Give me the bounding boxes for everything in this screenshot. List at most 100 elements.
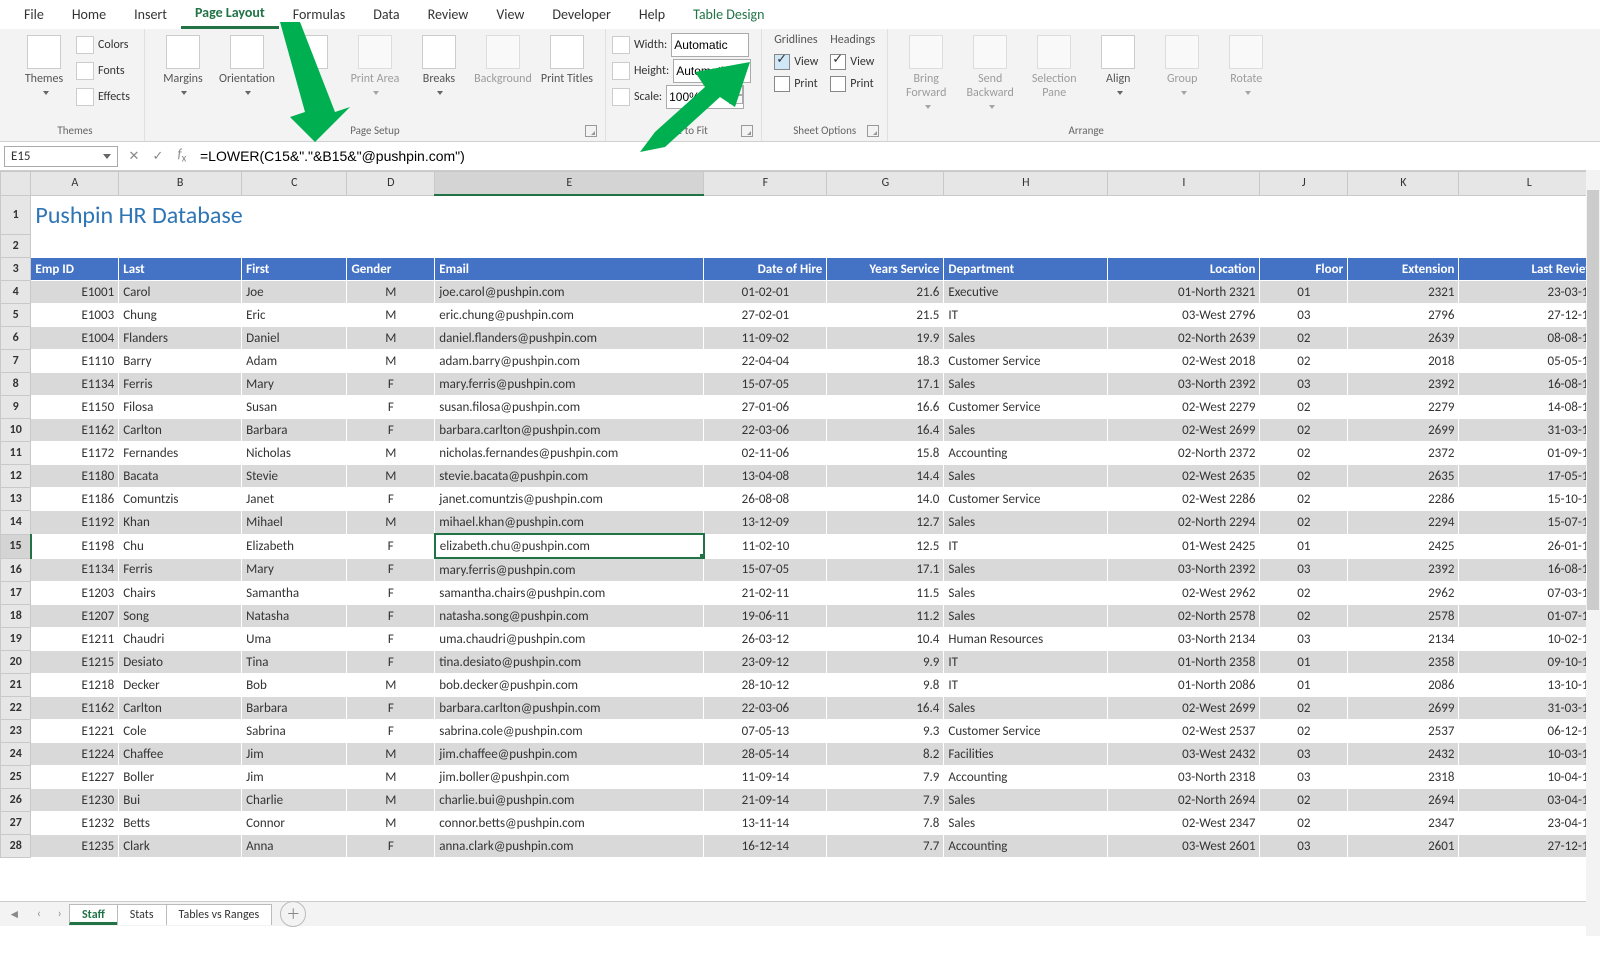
- cell[interactable]: 02: [1260, 511, 1348, 535]
- cell[interactable]: charlie.bui@pushpin.com: [435, 789, 704, 812]
- cell[interactable]: E1203: [31, 582, 119, 605]
- cell[interactable]: E1150: [31, 396, 119, 419]
- cell[interactable]: 2699: [1348, 697, 1459, 720]
- cell[interactable]: F: [347, 396, 435, 419]
- cell[interactable]: F: [347, 697, 435, 720]
- cell[interactable]: Barbara: [242, 697, 347, 720]
- cell[interactable]: 03-North 2392: [1108, 558, 1260, 582]
- cell[interactable]: M: [347, 281, 435, 304]
- cell[interactable]: 2537: [1348, 720, 1459, 743]
- cell[interactable]: Accounting: [944, 835, 1108, 858]
- cell[interactable]: 03: [1260, 558, 1348, 582]
- cell[interactable]: 26-03-12: [704, 628, 827, 651]
- tab-insert[interactable]: Insert: [120, 1, 181, 28]
- row-header[interactable]: 3: [1, 258, 31, 281]
- cell[interactable]: 02-11-06: [704, 442, 827, 465]
- row-header[interactable]: 18: [1, 605, 31, 628]
- cell[interactable]: natasha.song@pushpin.com: [435, 605, 704, 628]
- cell[interactable]: 22-03-06: [704, 697, 827, 720]
- tab-review[interactable]: Review: [414, 1, 483, 28]
- tab-nav-first-icon[interactable]: ◄: [8, 907, 20, 922]
- cell[interactable]: M: [347, 674, 435, 697]
- row-header[interactable]: 1: [1, 195, 31, 235]
- row-header[interactable]: 16: [1, 558, 31, 582]
- row-header[interactable]: 24: [1, 743, 31, 766]
- cell[interactable]: Barry: [119, 350, 242, 373]
- cell[interactable]: 01: [1260, 534, 1348, 558]
- table-header-cell[interactable]: Department: [944, 258, 1108, 281]
- cell[interactable]: 11.2: [827, 605, 944, 628]
- cell[interactable]: 2294: [1348, 511, 1459, 535]
- cell[interactable]: Ferris: [119, 558, 242, 582]
- cell[interactable]: Connor: [242, 812, 347, 835]
- column-header[interactable]: A: [31, 172, 119, 196]
- cell[interactable]: [704, 235, 827, 258]
- colors-button[interactable]: Colors: [76, 33, 134, 57]
- cell[interactable]: F: [347, 373, 435, 396]
- cell[interactable]: 03-North 2134: [1108, 628, 1260, 651]
- cell[interactable]: 2639: [1348, 327, 1459, 350]
- cell[interactable]: 27-12-16: [1459, 304, 1600, 327]
- cell[interactable]: Carlton: [119, 419, 242, 442]
- cell[interactable]: 02-North 2578: [1108, 605, 1260, 628]
- cell[interactable]: Betts: [119, 812, 242, 835]
- tab-help[interactable]: Help: [625, 1, 679, 28]
- cell[interactable]: 27-02-01: [704, 304, 827, 327]
- cell[interactable]: Adam: [242, 350, 347, 373]
- cell[interactable]: 2432: [1348, 743, 1459, 766]
- cell[interactable]: E1224: [31, 743, 119, 766]
- cell[interactable]: 02: [1260, 488, 1348, 511]
- rotate-button[interactable]: Rotate: [1214, 33, 1278, 103]
- cell[interactable]: 10.4: [827, 628, 944, 651]
- cell[interactable]: Accounting: [944, 442, 1108, 465]
- cell[interactable]: Clark: [119, 835, 242, 858]
- cell[interactable]: F: [347, 835, 435, 858]
- row-header[interactable]: 6: [1, 327, 31, 350]
- cell[interactable]: 03-West 2432: [1108, 743, 1260, 766]
- cell[interactable]: 02-West 2962: [1108, 582, 1260, 605]
- group-button[interactable]: Group: [1150, 33, 1214, 103]
- tab-developer[interactable]: Developer: [538, 1, 624, 28]
- cell[interactable]: E1186: [31, 488, 119, 511]
- cell[interactable]: tina.desiato@pushpin.com: [435, 651, 704, 674]
- cell[interactable]: 02-West 2537: [1108, 720, 1260, 743]
- cell[interactable]: Mary: [242, 558, 347, 582]
- height-input[interactable]: [673, 59, 751, 83]
- cell[interactable]: Mihael: [242, 511, 347, 535]
- row-header[interactable]: 22: [1, 697, 31, 720]
- table-header-cell[interactable]: Last Review: [1459, 258, 1600, 281]
- cell[interactable]: Sales: [944, 697, 1108, 720]
- table-header-cell[interactable]: First: [242, 258, 347, 281]
- accept-formula-button[interactable]: ✓: [146, 149, 170, 164]
- row-header[interactable]: 9: [1, 396, 31, 419]
- sheet-tab-stats[interactable]: Stats: [117, 904, 167, 925]
- table-header-cell[interactable]: Gender: [347, 258, 435, 281]
- cell[interactable]: joe.carol@pushpin.com: [435, 281, 704, 304]
- cell[interactable]: jim.chaffee@pushpin.com: [435, 743, 704, 766]
- cell[interactable]: 03: [1260, 835, 1348, 858]
- cell[interactable]: 01-02-01: [704, 281, 827, 304]
- cell[interactable]: 2699: [1348, 419, 1459, 442]
- worksheet[interactable]: ABCDEFGHIJKL1Pushpin HR Database23Emp ID…: [0, 171, 1600, 901]
- cell[interactable]: 23-04-17: [1459, 812, 1600, 835]
- cell[interactable]: 23-03-17: [1459, 281, 1600, 304]
- cell[interactable]: mihael.khan@pushpin.com: [435, 511, 704, 535]
- cell[interactable]: susan.filosa@pushpin.com: [435, 396, 704, 419]
- cell[interactable]: E1162: [31, 697, 119, 720]
- cell[interactable]: F: [347, 582, 435, 605]
- row-header[interactable]: 2: [1, 235, 31, 258]
- column-header[interactable]: F: [704, 172, 827, 196]
- cell[interactable]: 03: [1260, 743, 1348, 766]
- themes-button[interactable]: Themes: [12, 33, 76, 103]
- name-box[interactable]: E15: [4, 146, 118, 167]
- cell[interactable]: Song: [119, 605, 242, 628]
- cell[interactable]: 2318: [1348, 766, 1459, 789]
- cell[interactable]: 14-08-16: [1459, 396, 1600, 419]
- cell[interactable]: Executive: [944, 281, 1108, 304]
- column-header[interactable]: B: [119, 172, 242, 196]
- cell[interactable]: Stevie: [242, 465, 347, 488]
- cell[interactable]: E1221: [31, 720, 119, 743]
- row-header[interactable]: 23: [1, 720, 31, 743]
- tab-file[interactable]: File: [10, 1, 58, 28]
- cell[interactable]: Customer Service: [944, 488, 1108, 511]
